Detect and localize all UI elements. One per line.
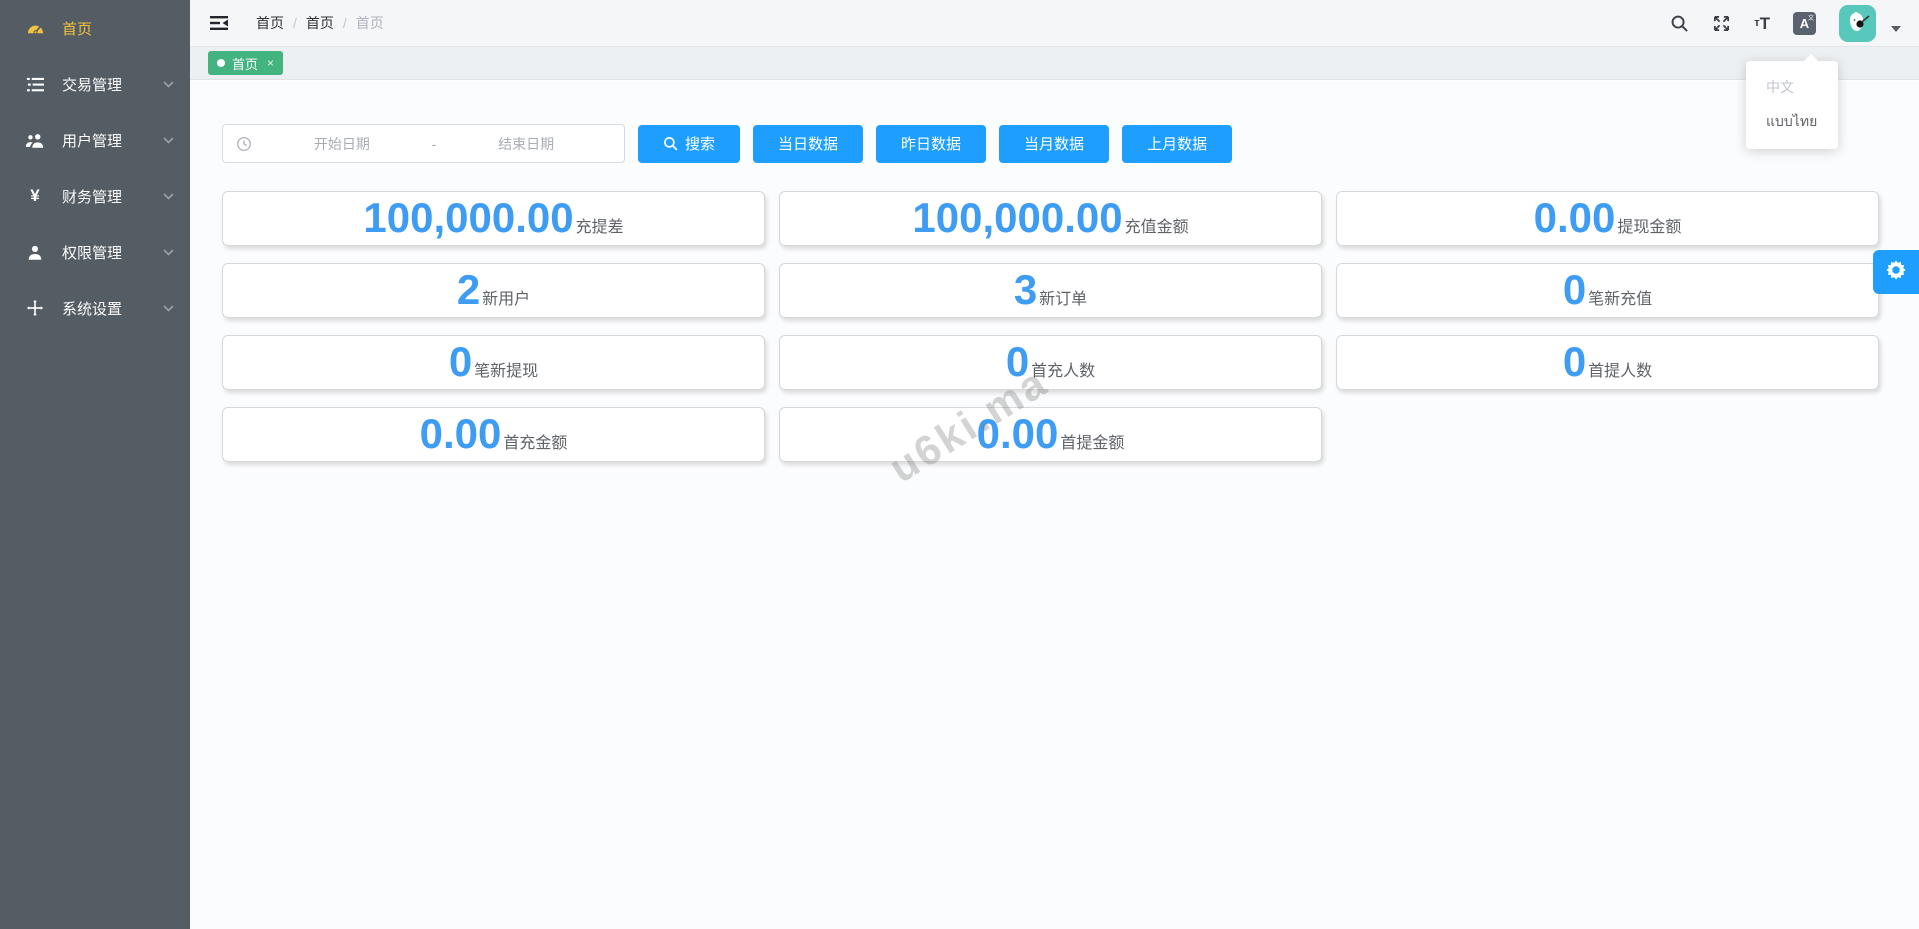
breadcrumb-item-current: 首页 — [356, 13, 384, 33]
dashboard-content: - 搜索 当日数据昨日数据当月数据上月数据 100,000.00 充提差 100… — [190, 81, 1919, 929]
quick-filter-button[interactable]: 昨日数据 — [876, 125, 986, 163]
sidebar-item-menu[interactable]: 权限管理 — [0, 224, 190, 280]
stat-value: 3 — [1014, 264, 1037, 316]
stat-label: 新订单 — [1039, 285, 1087, 309]
sidebar-menu: 首页 交易管理 用户管理 ¥ 财务管理 权限管理 系统设置 — [0, 0, 190, 336]
quick-filter-button[interactable]: 上月数据 — [1122, 125, 1232, 163]
sidebar-item-label: 首页 — [62, 18, 92, 39]
stat-label: 充提差 — [576, 213, 624, 237]
topbar-actions: тT A 文 — [1670, 5, 1901, 42]
users-icon — [24, 130, 46, 150]
chevron-down-icon — [163, 305, 174, 312]
stat-value: 0.00 — [1534, 192, 1616, 244]
stat-card: 2 新用户 — [222, 263, 765, 318]
stat-card: 0 首充人数 — [779, 335, 1322, 390]
chevron-down-icon — [163, 193, 174, 200]
language-option[interactable]: แบบไทย — [1746, 104, 1838, 140]
sidebar-item-menu[interactable]: 交易管理 — [0, 56, 190, 112]
breadcrumb-item[interactable]: 首页 — [256, 13, 284, 33]
settings-icon — [24, 298, 46, 318]
sidebar-item-label: 用户管理 — [62, 130, 122, 151]
dashboard-icon — [24, 18, 46, 38]
topbar: 首页 / 首页 / 首页 тT A 文 — [190, 0, 1919, 47]
stat-label: 首提金额 — [1060, 429, 1124, 453]
quick-filter-button[interactable]: 当日数据 — [753, 125, 863, 163]
chevron-down-icon — [163, 81, 174, 88]
stat-label: 新用户 — [482, 285, 530, 309]
stat-card: 0.00 首提金额 — [779, 407, 1322, 462]
sidebar-item-menu[interactable]: 系统设置 — [0, 280, 190, 336]
sidebar-item-label: 权限管理 — [62, 242, 122, 263]
stat-card: 0.00 提现金额 — [1336, 191, 1879, 246]
quick-filter-buttons: 当日数据昨日数据当月数据上月数据 — [753, 125, 1232, 163]
avatar[interactable] — [1839, 5, 1876, 42]
gear-icon — [1885, 259, 1907, 286]
main-area: 首页 / 首页 / 首页 тT A 文 — [190, 0, 1919, 929]
stat-label: 首充人数 — [1031, 357, 1095, 381]
search-button[interactable]: 搜索 — [638, 125, 740, 163]
sidebar-item-label: 系统设置 — [62, 298, 122, 319]
clock-icon — [236, 136, 252, 152]
quick-filter-button[interactable]: 当月数据 — [999, 125, 1109, 163]
fullscreen-icon[interactable] — [1712, 14, 1731, 33]
language-dropdown: 中文แบบไทย — [1746, 61, 1838, 149]
stat-value: 0 — [1563, 264, 1586, 316]
translate-icon[interactable]: A 文 — [1793, 12, 1816, 35]
sidebar-item-menu[interactable]: ¥ 财务管理 — [0, 168, 190, 224]
stat-label: 笔新充值 — [1588, 285, 1652, 309]
stat-label: 充值金额 — [1125, 213, 1189, 237]
finance-icon: ¥ — [24, 186, 46, 206]
stat-cards-grid: 100,000.00 充提差 100,000.00 充值金额 0.00 提现金额… — [222, 191, 1879, 462]
stat-card: 0 首提人数 — [1336, 335, 1879, 390]
stat-value: 0.00 — [977, 408, 1059, 460]
chevron-down-icon — [163, 137, 174, 144]
stat-label: 首提人数 — [1588, 357, 1652, 381]
stat-card: 0.00 首充金额 — [222, 407, 765, 462]
transactions-icon — [24, 74, 46, 94]
search-icon[interactable] — [1670, 14, 1689, 33]
stat-card: 0 笔新充值 — [1336, 263, 1879, 318]
stat-value: 0.00 — [420, 408, 502, 460]
stat-label: 笔新提现 — [474, 357, 538, 381]
tab-label: 首页 — [232, 54, 258, 73]
stat-value: 0 — [449, 336, 472, 388]
tab-home[interactable]: 首页 × — [208, 51, 283, 75]
sidebar-toggle-icon[interactable] — [210, 14, 232, 32]
dropdown-caret-icon[interactable] — [1891, 26, 1901, 32]
sidebar-item-label: 财务管理 — [62, 186, 122, 207]
font-size-icon[interactable]: тT — [1754, 15, 1770, 32]
sidebar: 首页 交易管理 用户管理 ¥ 财务管理 权限管理 系统设置 — [0, 0, 190, 929]
sidebar-item-menu[interactable]: 用户管理 — [0, 112, 190, 168]
stat-value: 0 — [1563, 336, 1586, 388]
stat-label: 首充金额 — [503, 429, 567, 453]
permissions-icon — [24, 242, 46, 262]
tab-dot — [217, 59, 225, 67]
stat-card: 100,000.00 充提差 — [222, 191, 765, 246]
stat-value: 0 — [1006, 336, 1029, 388]
stat-card: 0 笔新提现 — [222, 335, 765, 390]
breadcrumb: 首页 / 首页 / 首页 — [256, 13, 384, 33]
tabbar: 首页 × — [190, 47, 1919, 80]
chevron-down-icon — [163, 249, 174, 256]
tab-close-icon[interactable]: × — [267, 56, 274, 70]
language-option[interactable]: 中文 — [1746, 70, 1838, 104]
breadcrumb-item[interactable]: 首页 — [306, 13, 334, 33]
stat-value: 100,000.00 — [912, 192, 1122, 244]
sidebar-item-label: 交易管理 — [62, 74, 122, 95]
sidebar-item-active[interactable]: 首页 — [0, 0, 190, 56]
stat-card: 100,000.00 充值金额 — [779, 191, 1322, 246]
settings-gear-button[interactable] — [1873, 250, 1919, 294]
filter-row: - 搜索 当日数据昨日数据当月数据上月数据 — [222, 124, 1879, 163]
stat-card: 3 新订单 — [779, 263, 1322, 318]
stat-value: 100,000.00 — [363, 192, 573, 244]
date-start-input[interactable] — [256, 136, 428, 152]
date-range-picker[interactable]: - — [222, 124, 625, 163]
stat-label: 提现金额 — [1617, 213, 1681, 237]
date-end-input[interactable] — [440, 136, 612, 152]
stat-value: 2 — [457, 264, 480, 316]
